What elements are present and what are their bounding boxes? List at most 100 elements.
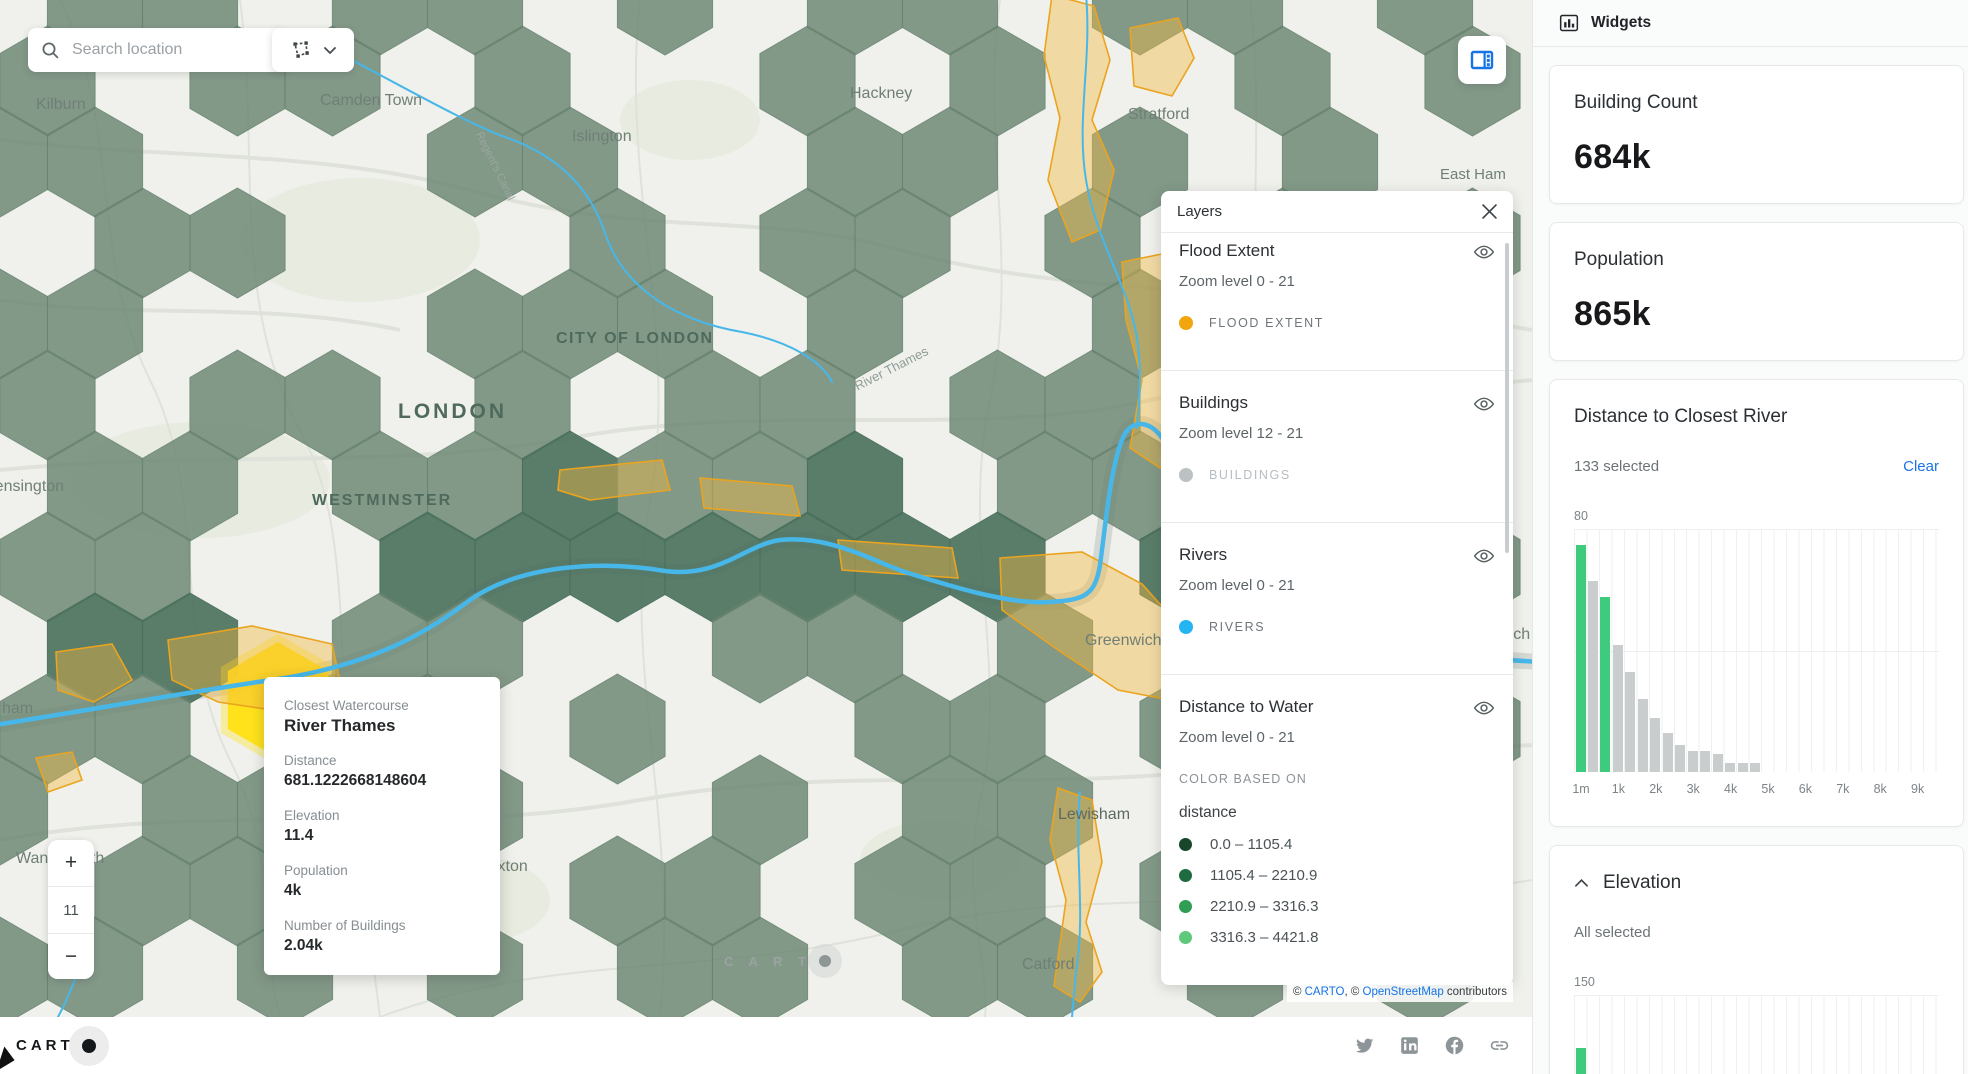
tooltip-value: 4k <box>284 880 480 902</box>
x-tick-label: 2k <box>1649 782 1662 796</box>
close-icon[interactable] <box>1482 204 1497 219</box>
scale-color-dot <box>1179 838 1192 851</box>
clear-selection-link[interactable]: Clear <box>1903 458 1939 475</box>
histogram-bar[interactable] <box>1738 763 1748 772</box>
legend-label: RIVERS <box>1209 620 1265 634</box>
histogram-bar[interactable] <box>1638 699 1648 772</box>
widget-value: 684k <box>1574 138 1939 177</box>
scale-color-dot <box>1179 931 1192 944</box>
histogram-bar[interactable] <box>1625 672 1635 772</box>
widget-distance-to-closest-river: Distance to Closest River 133 selectedCl… <box>1549 379 1964 827</box>
x-tick-label: 3k <box>1687 782 1700 796</box>
layer-section-distance-to-water: Distance to WaterZoom level 0 - 21COLOR … <box>1161 675 1513 985</box>
histogram-bar[interactable] <box>1700 751 1710 772</box>
layer-name: Distance to Water <box>1179 697 1313 717</box>
x-tick-label: 7k <box>1836 782 1849 796</box>
histogram-bar[interactable] <box>1576 1048 1586 1074</box>
legend-color-dot <box>1179 468 1193 482</box>
map-canvas[interactable]: KilburnCamden TownIslingtonHackneyStratf… <box>0 0 1532 1074</box>
histogram-bar[interactable] <box>1588 581 1598 772</box>
scale-color-dot <box>1179 900 1192 913</box>
attribution-text: contributors <box>1444 986 1507 998</box>
color-scale-row: 3316.3 – 4421.8 <box>1179 929 1495 946</box>
x-axis-ticks: 1m1k2k3k4k5k6k7k8k9k <box>1574 778 1939 800</box>
linkedin-icon[interactable] <box>1399 1035 1420 1056</box>
carto-logo[interactable]: CART <box>16 1026 109 1066</box>
histogram-bar[interactable] <box>1663 733 1673 772</box>
collapse-chevron-icon[interactable] <box>1574 878 1589 888</box>
tooltip-value: 11.4 <box>284 825 480 847</box>
carto-logo-dot <box>82 1039 96 1053</box>
carto-builder-app: KilburnCamden TownIslingtonHackneyStratf… <box>0 0 1968 1074</box>
eye-icon[interactable] <box>1473 545 1495 567</box>
x-tick-label: 1m <box>1572 782 1589 796</box>
histogram-bar[interactable] <box>1688 751 1698 772</box>
layer-name: Rivers <box>1179 545 1227 565</box>
toggle-side-panel-button[interactable] <box>1458 36 1506 84</box>
widget-population: Population865k <box>1549 222 1964 361</box>
widgets-sidebar: Widgets Building Count684kPopulation865k… <box>1532 0 1968 1074</box>
scale-range-label: 1105.4 – 2210.9 <box>1210 867 1317 884</box>
color-scale-row: 2210.9 – 3316.3 <box>1179 898 1495 915</box>
watermark-dot <box>819 955 831 967</box>
eye-icon[interactable] <box>1473 241 1495 263</box>
scale-range-label: 0.0 – 1105.4 <box>1210 836 1292 853</box>
attribution-text: , © <box>1344 986 1362 998</box>
histogram-bar[interactable] <box>1675 745 1685 772</box>
x-tick-label: 5k <box>1761 782 1774 796</box>
carto-attribution-link[interactable]: CARTO <box>1305 986 1345 998</box>
scale-color-dot <box>1179 869 1192 882</box>
search-input[interactable] <box>70 40 244 60</box>
x-tick-label: 1k <box>1612 782 1625 796</box>
histogram-bar[interactable] <box>1600 597 1610 772</box>
widget-value: 865k <box>1574 295 1939 334</box>
park-area <box>620 80 760 160</box>
x-tick-label: 6k <box>1799 782 1812 796</box>
scale-range-label: 2210.9 – 3316.3 <box>1210 898 1318 915</box>
layer-legend-row: FLOOD EXTENT <box>1179 316 1495 330</box>
histogram-bar[interactable] <box>1650 718 1660 773</box>
color-attribute: distance <box>1179 804 1495 822</box>
histogram-bar[interactable] <box>1713 754 1723 772</box>
scale-range-label: 3316.3 – 4421.8 <box>1210 929 1318 946</box>
histogram-bar[interactable] <box>1725 763 1735 772</box>
eye-icon[interactable] <box>1473 697 1495 719</box>
twitter-icon[interactable] <box>1354 1035 1375 1056</box>
x-tick-label: 9k <box>1911 782 1924 796</box>
zoom-in-button[interactable]: + <box>48 840 94 886</box>
histogram-bar[interactable] <box>1613 645 1623 772</box>
tooltip-row: Elevation11.4 <box>284 807 480 847</box>
watermark-dot-halo <box>808 944 842 978</box>
selection-count: All selected <box>1574 924 1651 941</box>
layer-section-buildings: BuildingsZoom level 12 - 21BUILDINGS <box>1161 371 1513 523</box>
histogram-bar[interactable] <box>1576 545 1586 772</box>
footer-bar: CART <box>0 1017 1532 1074</box>
legend-label: BUILDINGS <box>1209 468 1291 482</box>
draw-polygon-tool[interactable] <box>272 28 354 72</box>
layer-name: Flood Extent <box>1179 241 1274 261</box>
widget-elevation: Elevation All selected 150 <box>1549 845 1964 1074</box>
carto-logo-text: CART <box>16 1037 74 1054</box>
tooltip-label: Distance <box>284 752 480 770</box>
y-axis-max-label: 80 <box>1574 509 1939 523</box>
legend-color-dot <box>1179 620 1193 634</box>
histogram-bar[interactable] <box>1750 763 1760 772</box>
histogram-plot <box>1574 995 1939 1074</box>
layer-name: Buildings <box>1179 393 1248 413</box>
panel-scrollbar[interactable] <box>1505 243 1509 553</box>
facebook-icon[interactable] <box>1444 1035 1465 1056</box>
attribution-text: © <box>1293 986 1305 998</box>
link-icon[interactable] <box>1489 1035 1510 1056</box>
histogram-plot <box>1574 529 1939 772</box>
x-tick-label: 8k <box>1874 782 1887 796</box>
tooltip-row: Number of Buildings2.04k <box>284 917 480 957</box>
osm-attribution-link[interactable]: OpenStreetMap <box>1363 986 1444 998</box>
eye-icon[interactable] <box>1473 393 1495 415</box>
search-bar <box>28 28 286 72</box>
zoom-out-button[interactable]: − <box>48 933 94 979</box>
tooltip-value: 2.04k <box>284 935 480 957</box>
tooltip-value: River Thames <box>284 715 480 737</box>
layer-section-rivers: RiversZoom level 0 - 21RIVERS <box>1161 523 1513 675</box>
tooltip-row: Population4k <box>284 862 480 902</box>
layer-zoom-range: Zoom level 0 - 21 <box>1179 273 1495 290</box>
